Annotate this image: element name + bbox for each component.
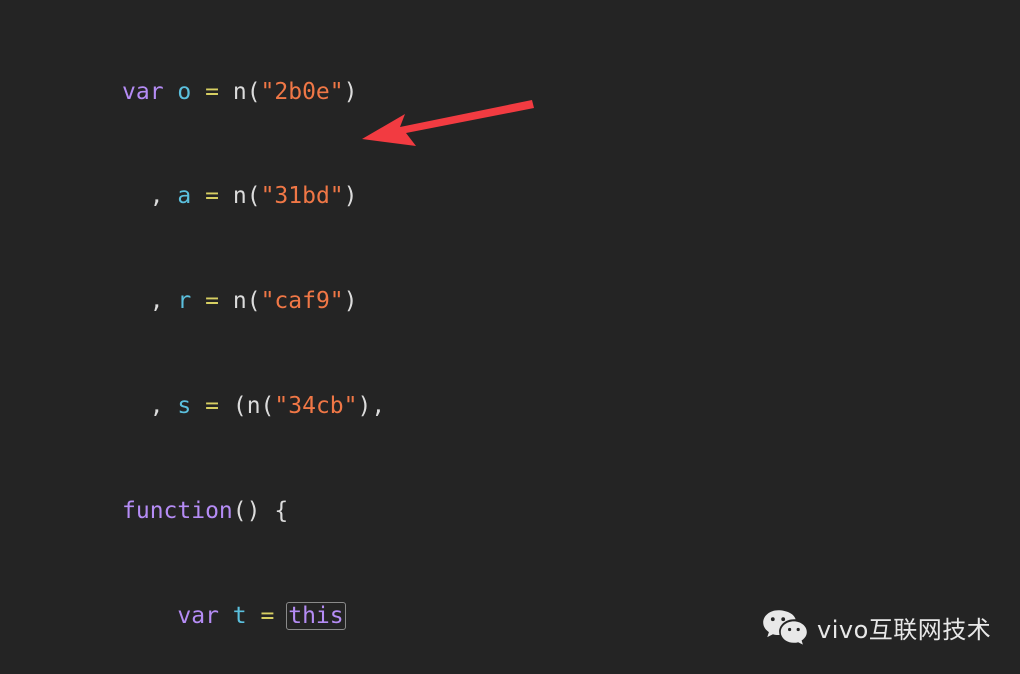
selected-token[interactable]: this [286, 601, 346, 630]
code-line: , s = (n("34cb"), [149, 393, 386, 419]
code-line: function() { [122, 497, 289, 524]
code-line: , a = n("31bd") [149, 183, 358, 210]
watermark-text: vivo互联网技术 [817, 615, 992, 644]
code-line: var o = n("2b0e") [122, 78, 358, 105]
code-editor-content[interactable]: var o = n("2b0e") , a = n("31bd") , r = … [0, 0, 1020, 674]
code-line: , r = n("caf9") [149, 288, 358, 315]
watermark: vivo互联网技术 [762, 608, 991, 646]
wechat-icon [763, 610, 807, 645]
code-screenshot: var o = n("2b0e") , a = n("31bd") , r = … [0, 0, 1020, 674]
